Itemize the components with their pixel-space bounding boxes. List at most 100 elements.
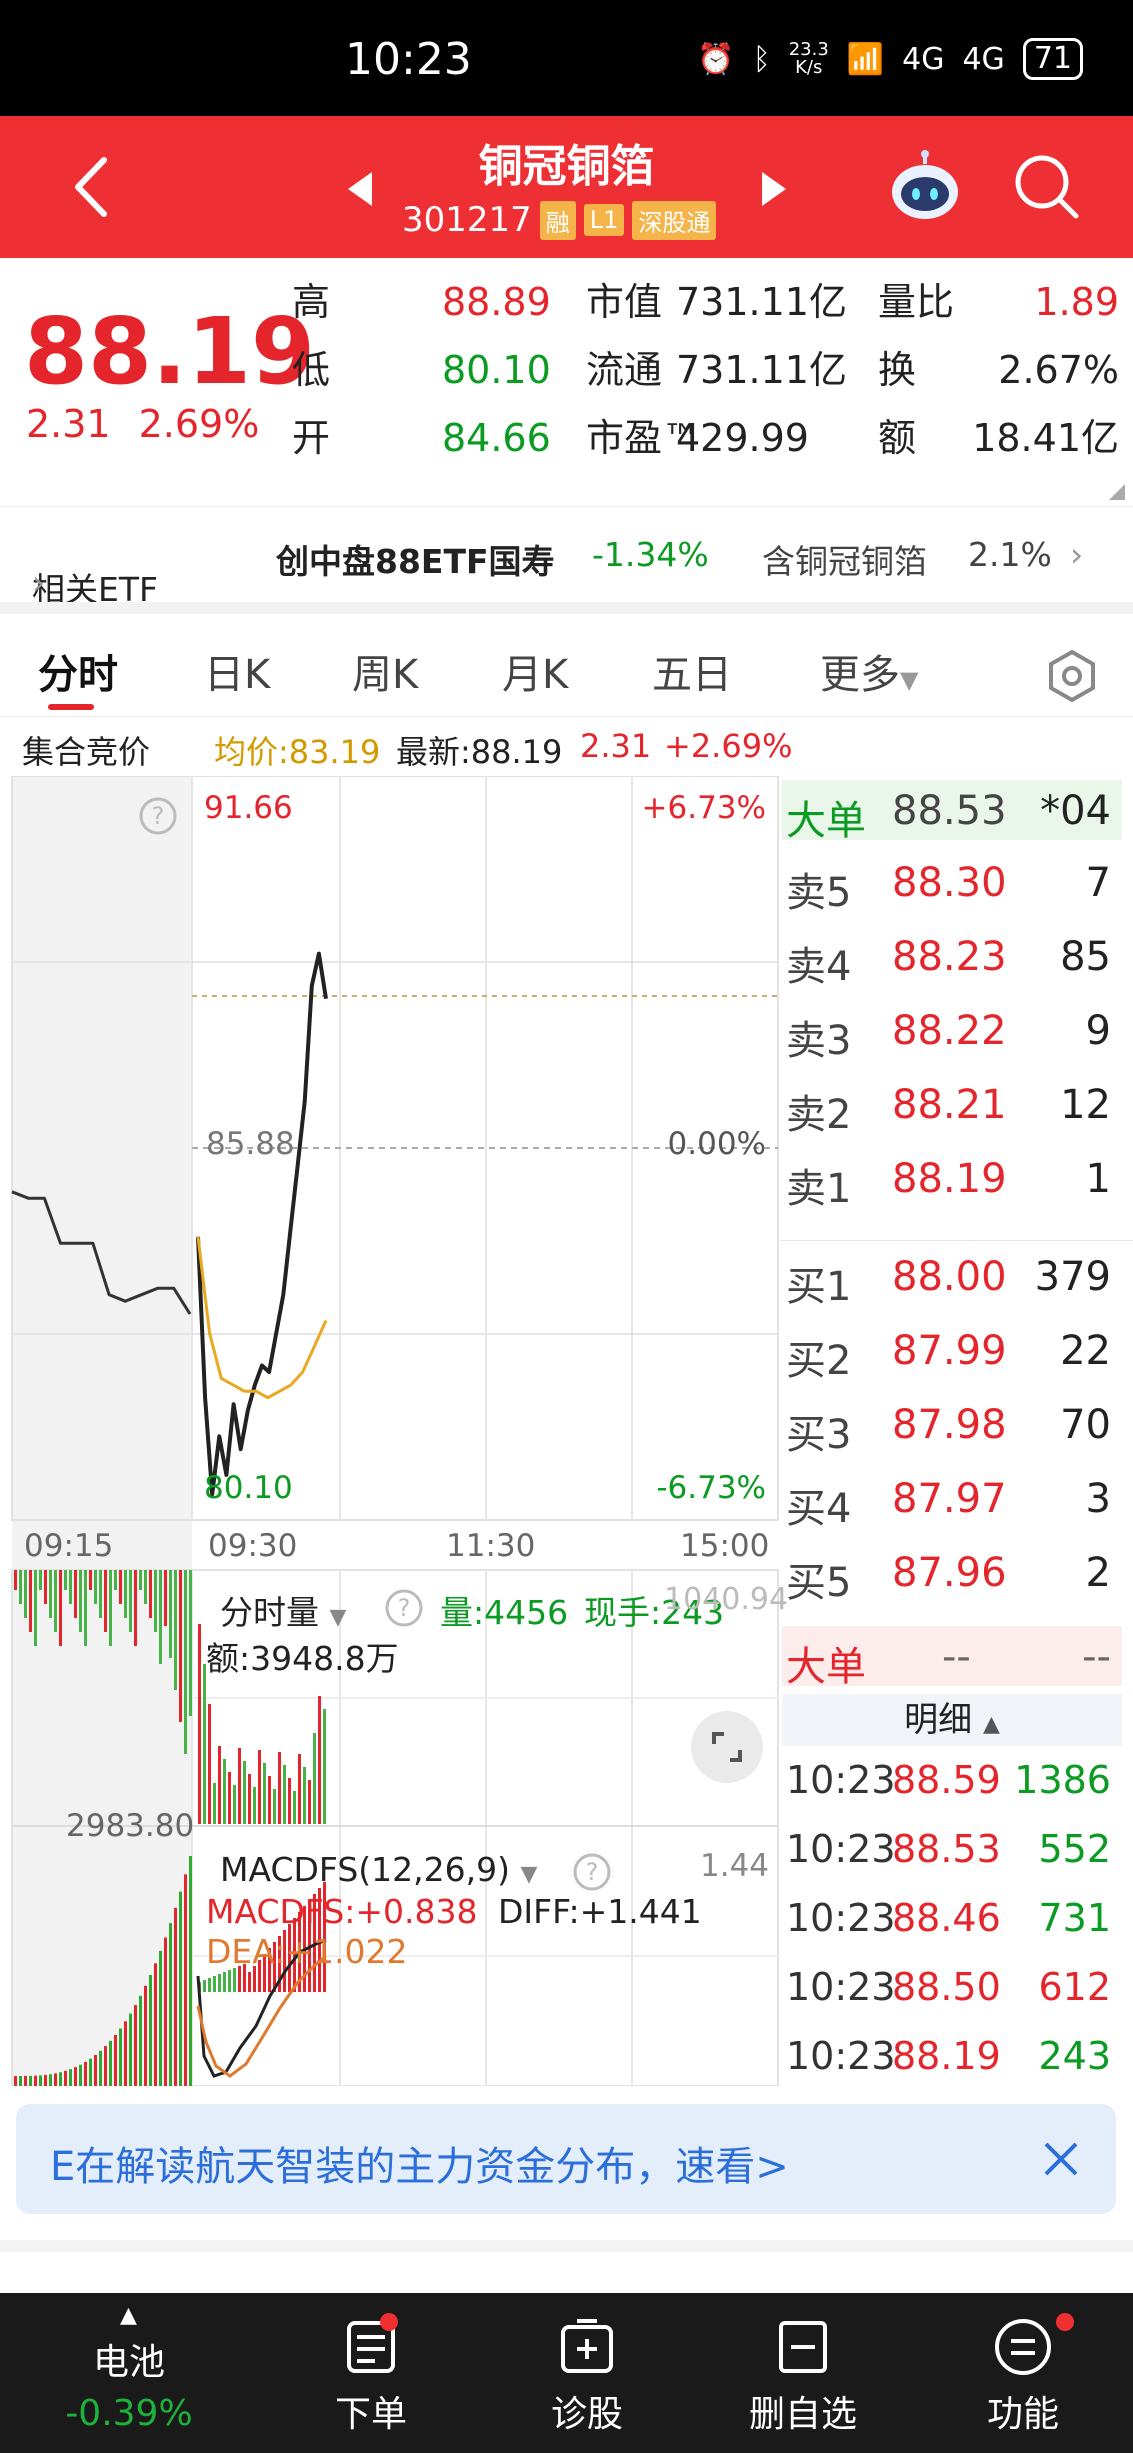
nav-remove-watchlist[interactable]: 删自选 <box>708 2293 898 2453</box>
ask-row[interactable]: 卖2 88.21 12 <box>780 1070 1133 1142</box>
auction-vol-bar <box>169 1570 172 1658</box>
ask-row[interactable]: 卖5 88.30 7 <box>780 848 1133 920</box>
etf-name[interactable]: 创中盘88ETF国寿 <box>276 535 555 583</box>
ask-label: 卖2 <box>786 1092 852 1138</box>
auction-vol-bar <box>14 2076 17 2086</box>
bid-row[interactable]: 买5 87.96 2 <box>780 1538 1133 1610</box>
auction-vol-bar <box>154 1570 157 1632</box>
help-icon[interactable]: ? <box>138 796 178 836</box>
big-order-2-label: 大单 <box>786 1644 866 1690</box>
tab-five-day[interactable]: 五日 <box>652 642 732 700</box>
detail-header[interactable]: 明细 ▲ <box>782 1694 1122 1746</box>
auction-vol-bar <box>49 1570 52 1618</box>
level-tag: L1 <box>583 204 625 236</box>
expand-corner-icon[interactable] <box>1109 484 1125 500</box>
alarm-icon: ⏰ <box>697 41 735 77</box>
help-icon[interactable]: ? <box>384 1588 424 1628</box>
help-icon[interactable]: ? <box>572 1852 612 1892</box>
tick-volume: 612 <box>1038 1965 1111 2009</box>
macd-panel-title[interactable]: MACDFS(12,26,9) ▼ <box>220 1850 537 1889</box>
auction-vol-bar <box>74 2067 77 2086</box>
tab-daily-k[interactable]: 日K <box>204 642 270 700</box>
bid-price: 87.99 <box>892 1328 1007 1374</box>
trade-tick-row: 10:23 88.59 1386 <box>780 1748 1133 1816</box>
stock-header: 铜冠铜箔 301217 融 L1 深股通 <box>0 116 1133 258</box>
pct-low-label: -6.73% <box>656 1470 766 1506</box>
ask-row[interactable]: 卖3 88.22 9 <box>780 996 1133 1068</box>
tick-price: 88.50 <box>892 1965 1001 2009</box>
auction-vol-bar <box>124 2021 127 2086</box>
related-etf-row[interactable]: 相关ETF › 创中盘88ETF国寿 -1.34% 含铜冠铜箔 2.1% › <box>0 506 1133 609</box>
settings-hexagon-icon[interactable] <box>1044 648 1100 704</box>
nav-functions[interactable]: 功能 <box>928 2293 1118 2453</box>
tick-volume: 552 <box>1038 1827 1111 1871</box>
auction-vol-bar <box>99 2050 102 2086</box>
tick-price: 88.53 <box>892 1827 1001 1871</box>
volume-panel-title[interactable]: 分时量 ▼ <box>220 1586 346 1634</box>
chevron-right-icon[interactable]: › <box>1070 535 1083 574</box>
tab-monthly-k[interactable]: 月K <box>502 642 568 700</box>
nav-index-change: -0.39% <box>65 2393 193 2434</box>
big-order-row-2[interactable]: 大单 -- -- <box>780 1622 1133 1694</box>
tab-intraday[interactable]: 分时 <box>38 642 118 700</box>
tab-more[interactable]: 更多▼ <box>820 642 918 700</box>
macd-bar <box>208 1978 211 1992</box>
connect-tag: 深股通 <box>632 200 717 240</box>
quote-values-2: 731.11亿 731.11亿 429.99 <box>676 268 847 472</box>
ask-row[interactable]: 卖1 88.19 1 <box>780 1144 1133 1216</box>
macd-bar <box>228 1970 231 1992</box>
nav-diagnose[interactable]: 诊股 <box>492 2293 682 2453</box>
tab-weekly-k[interactable]: 周K <box>352 642 418 700</box>
auction-vol-bar <box>79 1570 82 1632</box>
bid-row[interactable]: 买3 87.98 70 <box>780 1390 1133 1462</box>
nav-order[interactable]: 下单 <box>276 2293 466 2453</box>
auction-vol-bar <box>124 1570 127 1618</box>
ask-price: 88.30 <box>892 860 1007 906</box>
ask-row[interactable]: 卖4 88.23 85 <box>780 922 1133 994</box>
divider <box>0 602 1133 614</box>
tick-time: 10:23 <box>786 2034 896 2078</box>
session-vol-bar <box>313 1733 316 1824</box>
next-stock-icon[interactable] <box>752 164 792 214</box>
auction-vol-bar <box>104 2046 107 2086</box>
latest-price: 最新:88.19 <box>396 733 563 771</box>
nav-index[interactable]: ▲ 电池 -0.39% <box>34 2293 224 2453</box>
stock-sub: 301217 融 L1 深股通 <box>402 200 717 240</box>
search-icon[interactable] <box>1012 152 1082 222</box>
auction-vol-bar <box>79 2064 82 2086</box>
ask-volume: 12 <box>1060 1082 1111 1128</box>
bottom-nav: ▲ 电池 -0.39% 下单 诊股 删自选 功能 <box>0 2293 1133 2453</box>
svg-text:?: ? <box>152 802 165 830</box>
chart-canvas <box>11 776 779 2086</box>
status-bar: 10:23 ⏰ ᛒ 23.3 K/s 📶 4G 4G 71 <box>0 0 1133 116</box>
tick-price: 88.19 <box>892 2034 1001 2078</box>
auction-vol-bar <box>129 1570 132 1632</box>
auction-vol-bar <box>24 1570 27 1618</box>
banner-text[interactable]: E在解读航天智装的主力资金分布，速看> <box>50 2134 789 2192</box>
trade-tick-row: 10:23 88.50 612 <box>780 1955 1133 2023</box>
bid-volume: 3 <box>1085 1476 1111 1522</box>
fullscreen-icon[interactable] <box>690 1710 764 1784</box>
quote-values-1: 88.89 80.10 84.66 <box>442 268 551 472</box>
auction-vol-bar <box>54 2073 57 2086</box>
macd-bar <box>223 1972 226 1992</box>
close-icon[interactable] <box>1038 2136 1084 2182</box>
big-order-row[interactable]: 大单 88.53 *04 <box>780 776 1133 848</box>
bid-label: 买4 <box>786 1486 852 1532</box>
promo-banner[interactable]: E在解读航天智装的主力资金分布，速看> <box>16 2104 1116 2214</box>
auction-vol-bar <box>164 1570 167 1626</box>
bid-row[interactable]: 买4 87.97 3 <box>780 1464 1133 1536</box>
robot-assistant-icon[interactable] <box>888 150 962 224</box>
auction-vol-bar <box>189 1570 192 1716</box>
macd-bar <box>213 1976 216 1992</box>
ask-price: 88.23 <box>892 934 1007 980</box>
intraday-chart[interactable]: ? 91.66 85.88 80.10 +6.73% 0.00% -6.73% … <box>0 776 788 2086</box>
macdfs-value: MACDFS:+0.838 <box>206 1892 478 1931</box>
session-vol-bar <box>198 1624 201 1824</box>
trade-tick-row: 10:23 88.53 552 <box>780 1817 1133 1885</box>
bid-row[interactable]: 买2 87.99 22 <box>780 1316 1133 1388</box>
bid-row[interactable]: 买1 88.00 379 <box>780 1242 1133 1314</box>
volume-value: 量:4456 <box>440 1593 569 1632</box>
dea-value: DEA:+1.022 <box>206 1932 408 1971</box>
auction-vol-bar <box>164 1937 167 2086</box>
